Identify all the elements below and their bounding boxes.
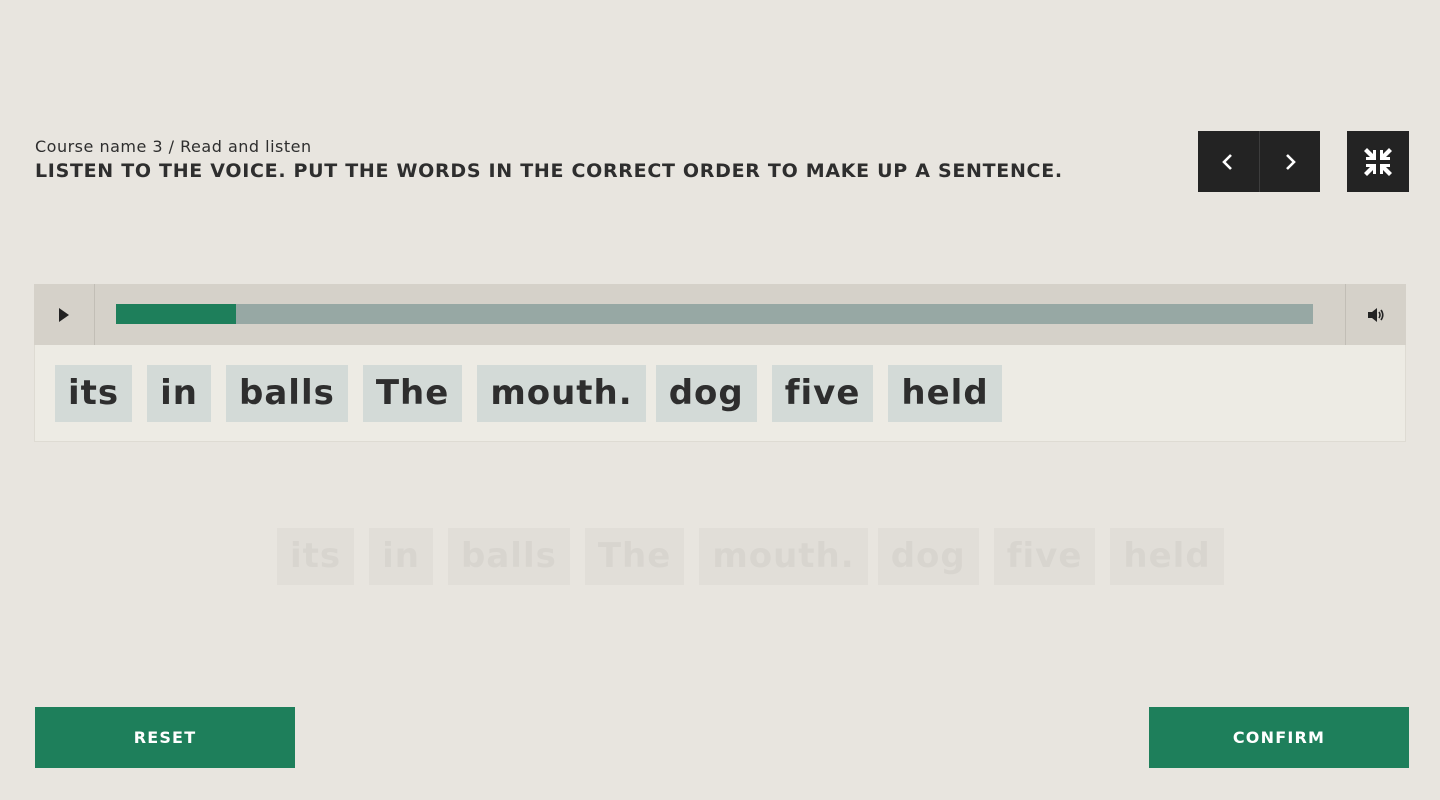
exercise-header: Course name 3 / Read and listen LISTEN T… <box>35 137 1135 183</box>
next-button[interactable] <box>1258 131 1321 192</box>
answer-slot: dog <box>877 528 979 585</box>
confirm-button[interactable]: CONFIRM <box>1149 707 1409 768</box>
previous-button[interactable] <box>1198 131 1259 192</box>
word-tile[interactable]: balls <box>226 365 348 422</box>
volume-icon <box>1368 307 1384 322</box>
answer-area: its in balls The mouth. dog five held <box>277 528 1239 585</box>
compress-icon <box>1364 147 1392 176</box>
answer-slot: The <box>584 528 685 585</box>
word-tile[interactable]: five <box>771 365 874 422</box>
exit-fullscreen-button[interactable] <box>1347 131 1409 192</box>
word-bank: its in balls The mouth. dog five held <box>34 345 1406 442</box>
answer-slot: its <box>277 528 355 585</box>
volume-button[interactable] <box>1345 284 1406 345</box>
word-tile[interactable]: its <box>55 365 133 422</box>
answer-slot: in <box>369 528 434 585</box>
answer-slot: held <box>1110 528 1224 585</box>
word-tile[interactable]: The <box>362 365 463 422</box>
audio-progress-fill <box>116 304 236 324</box>
exercise-navigation <box>1198 131 1320 192</box>
play-icon <box>59 307 69 322</box>
audio-player <box>34 284 1406 345</box>
chevron-left-icon <box>1222 153 1233 170</box>
play-button[interactable] <box>34 284 95 345</box>
word-tile[interactable]: mouth. <box>477 365 646 422</box>
exercise-instruction: LISTEN TO THE VOICE. PUT THE WORDS IN TH… <box>35 160 1063 182</box>
answer-slot: five <box>993 528 1096 585</box>
word-tile[interactable]: dog <box>655 365 757 422</box>
reset-button[interactable]: RESET <box>35 707 295 768</box>
breadcrumb: Course name 3 / Read and listen <box>35 137 312 156</box>
audio-progress-bar[interactable] <box>116 304 1313 324</box>
answer-slot: balls <box>448 528 570 585</box>
answer-slot: mouth. <box>699 528 868 585</box>
word-tile[interactable]: held <box>888 365 1002 422</box>
word-tile[interactable]: in <box>147 365 212 422</box>
chevron-right-icon <box>1285 153 1296 170</box>
